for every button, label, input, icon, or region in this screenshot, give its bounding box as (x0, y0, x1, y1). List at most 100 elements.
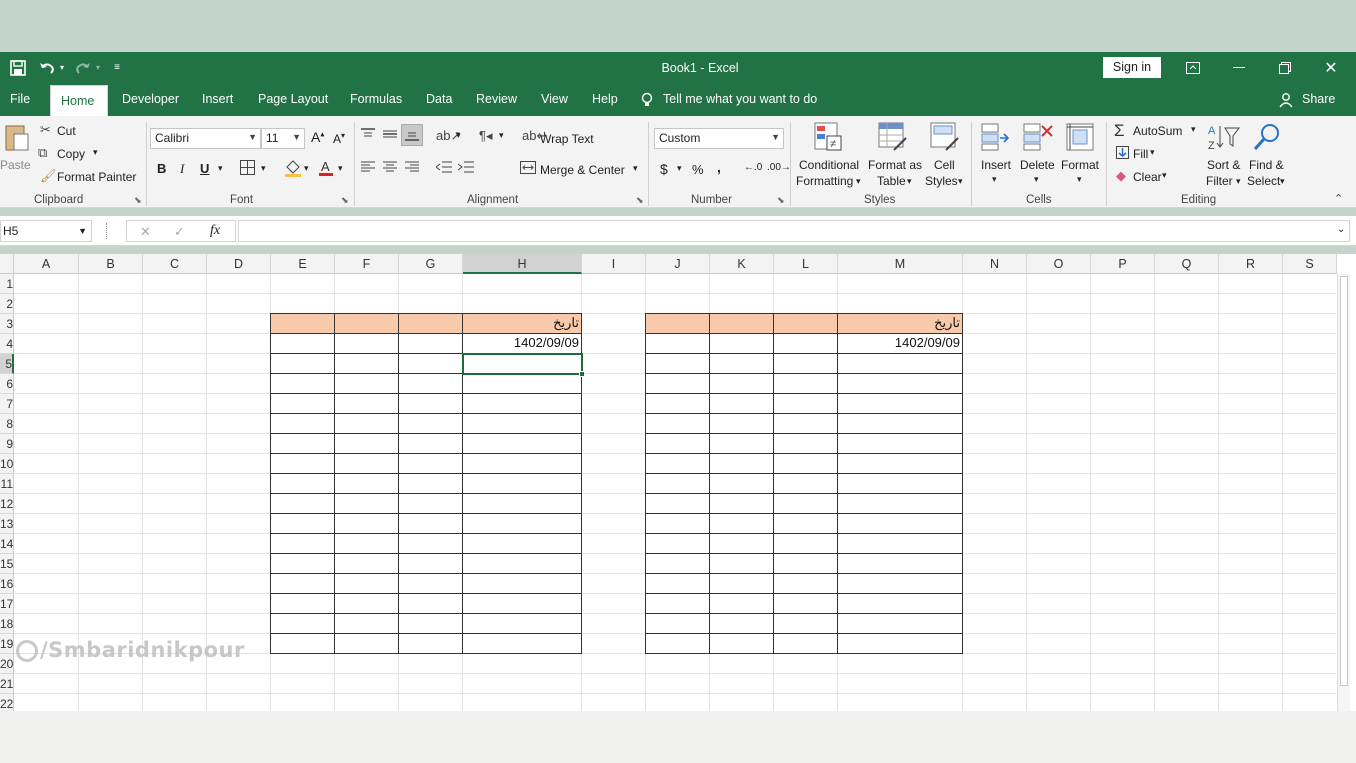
cell-k7[interactable] (709, 393, 774, 414)
row-header-6[interactable]: 6 (0, 374, 14, 394)
column-header-a[interactable]: A (14, 254, 79, 274)
row-header-21[interactable]: 21 (0, 674, 14, 694)
row-header-18[interactable]: 18 (0, 614, 14, 634)
copy-button[interactable]: Copy (57, 147, 85, 161)
tab-review[interactable]: Review (466, 83, 527, 116)
cell-f6[interactable] (334, 373, 399, 394)
find-select-label-2[interactable]: Select (1247, 174, 1280, 188)
cell-l10[interactable] (773, 453, 838, 474)
row-header-22[interactable]: 22 (0, 694, 14, 711)
cell-f9[interactable] (334, 433, 399, 454)
cell-e4[interactable] (270, 333, 335, 354)
cell-f5[interactable] (334, 353, 399, 374)
cell-styles-label-2[interactable]: Styles (925, 174, 958, 188)
cell-j19[interactable] (645, 633, 710, 654)
cell-l13[interactable] (773, 513, 838, 534)
cell-j11[interactable] (645, 473, 710, 494)
cell-m6[interactable] (837, 373, 963, 394)
font-size-select[interactable]: 11 ▼ (261, 128, 305, 149)
cell-f17[interactable] (334, 593, 399, 614)
align-top-icon[interactable] (361, 128, 375, 143)
column-header-b[interactable]: B (79, 254, 143, 274)
align-bottom-icon[interactable] (405, 128, 419, 145)
cell-f10[interactable] (334, 453, 399, 474)
cell-e9[interactable] (270, 433, 335, 454)
row-header-19[interactable]: 19 (0, 634, 14, 654)
sign-in-button[interactable]: Sign in (1103, 57, 1161, 78)
cell-g14[interactable] (398, 533, 463, 554)
cell-k8[interactable] (709, 413, 774, 434)
cell-l5[interactable] (773, 353, 838, 374)
cell-j13[interactable] (645, 513, 710, 534)
cell-e8[interactable] (270, 413, 335, 434)
chevron-down-icon[interactable]: ▾ (907, 176, 912, 187)
cell-j9[interactable] (645, 433, 710, 454)
cell-g4[interactable] (398, 333, 463, 354)
cell-k6[interactable] (709, 373, 774, 394)
formula-input[interactable] (238, 220, 1350, 242)
cell-e14[interactable] (270, 533, 335, 554)
dialog-launcher-icon[interactable]: ⬊ (341, 195, 349, 206)
column-header-q[interactable]: Q (1155, 254, 1219, 274)
cell-g18[interactable] (398, 613, 463, 634)
cut-button[interactable]: Cut (57, 124, 76, 138)
cell-m18[interactable] (837, 613, 963, 634)
font-name-select[interactable]: Calibri ▼ (150, 128, 261, 149)
comma-button[interactable]: , (717, 159, 721, 175)
format-button[interactable]: Format (1061, 158, 1099, 172)
cell-g7[interactable] (398, 393, 463, 414)
insert-button[interactable]: Insert (981, 158, 1011, 172)
cell-h14[interactable] (462, 533, 582, 554)
cell-g13[interactable] (398, 513, 463, 534)
cell-g15[interactable] (398, 553, 463, 574)
tab-data[interactable]: Data (416, 83, 462, 116)
cell-g17[interactable] (398, 593, 463, 614)
row-header-8[interactable]: 8 (0, 414, 14, 434)
undo-icon[interactable] (36, 52, 58, 83)
format-as-table-label[interactable]: Format as (868, 158, 922, 172)
percent-button[interactable]: % (692, 162, 704, 177)
tab-file[interactable]: File (0, 83, 40, 116)
save-icon[interactable] (6, 52, 30, 83)
cell-m10[interactable] (837, 453, 963, 474)
cell-l3[interactable] (773, 313, 838, 334)
column-header-p[interactable]: P (1091, 254, 1155, 274)
cell-e3[interactable] (270, 313, 335, 334)
row-header-10[interactable]: 10 (0, 454, 14, 474)
chevron-down-icon[interactable]: ▾ (856, 176, 861, 187)
text-direction-icon[interactable]: ¶◂ (479, 128, 493, 144)
date-header-cell[interactable]: تاریخ (462, 313, 582, 334)
chevron-down-icon[interactable]: ▾ (456, 130, 461, 141)
conditional-formatting-label-2[interactable]: Formatting (796, 174, 853, 188)
cell-f13[interactable] (334, 513, 399, 534)
underline-button[interactable]: U (200, 161, 209, 176)
confirm-entry-icon[interactable]: ✓ (174, 224, 185, 240)
cell-h8[interactable] (462, 413, 582, 434)
increase-font-icon[interactable]: A▴ (311, 129, 324, 145)
cell-m13[interactable] (837, 513, 963, 534)
cell-h7[interactable] (462, 393, 582, 414)
cell-l17[interactable] (773, 593, 838, 614)
row-header-1[interactable]: 1 (0, 274, 14, 294)
cell-f12[interactable] (334, 493, 399, 514)
column-header-r[interactable]: R (1219, 254, 1283, 274)
column-header-j[interactable]: J (646, 254, 710, 274)
chevron-down-icon[interactable]: ▾ (992, 174, 997, 185)
cell-j10[interactable] (645, 453, 710, 474)
chevron-down-icon[interactable]: ▾ (93, 147, 98, 158)
sort-filter-label-2[interactable]: Filter (1206, 174, 1233, 188)
row-header-12[interactable]: 12 (0, 494, 14, 514)
find-select-label[interactable]: Find & (1249, 158, 1284, 172)
cell-f7[interactable] (334, 393, 399, 414)
align-middle-icon[interactable] (383, 128, 397, 143)
chevron-down-icon[interactable]: ▾ (1034, 174, 1039, 185)
cell-m8[interactable] (837, 413, 963, 434)
cell-m9[interactable] (837, 433, 963, 454)
chevron-down-icon[interactable]: ▾ (677, 163, 682, 174)
cell-f3[interactable] (334, 313, 399, 334)
cell-g3[interactable] (398, 313, 463, 334)
row-header-11[interactable]: 11 (0, 474, 14, 494)
cell-e15[interactable] (270, 553, 335, 574)
cell-l19[interactable] (773, 633, 838, 654)
dialog-launcher-icon[interactable]: ⬊ (636, 195, 644, 206)
